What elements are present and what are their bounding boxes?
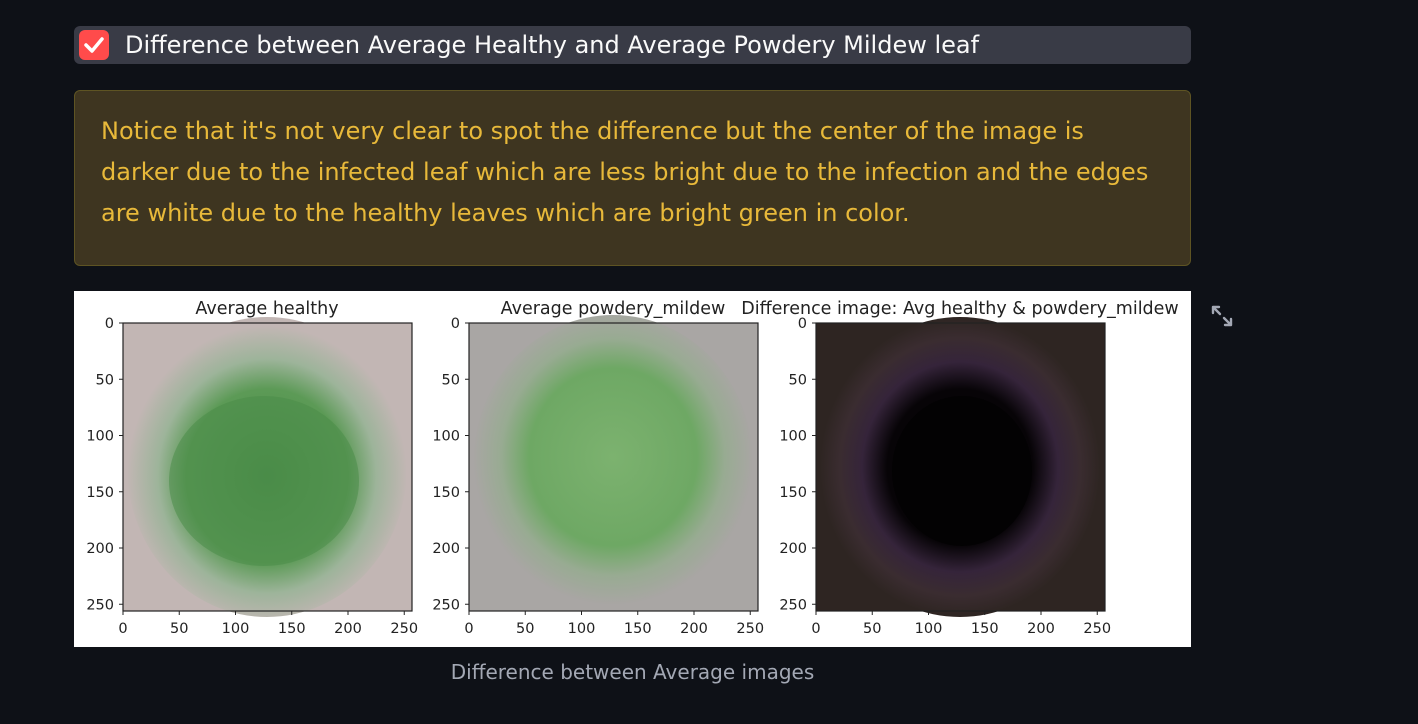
x-tick-label: 250 [1083,621,1111,637]
x-tick-label: 150 [624,621,652,637]
x-tick-label: 50 [863,621,881,637]
y-tick-label: 100 [86,429,114,445]
panel-healthy [122,317,413,617]
y-tick-label: 250 [86,597,114,613]
x-tick-label: 200 [334,621,362,637]
checkbox-difference[interactable]: Difference between Average Healthy and A… [74,26,1191,64]
warning-callout: Notice that it's not very clear to spot … [74,90,1191,266]
x-tick-label: 150 [971,621,999,637]
x-tick-label: 100 [915,621,943,637]
y-tick-label: 200 [86,541,114,557]
x-tick-label: 0 [118,621,127,637]
x-tick-label: 100 [568,621,596,637]
y-tick-label: 0 [798,316,807,332]
x-tick-label: 150 [278,621,306,637]
y-tick-label: 50 [442,372,460,388]
x-tick-label: 250 [390,621,418,637]
y-tick-label: 100 [432,429,460,445]
y-tick-label: 150 [432,485,460,501]
y-tick-label: 250 [779,597,807,613]
y-tick-label: 150 [779,485,807,501]
y-tick-label: 0 [451,316,460,332]
x-tick-label: 0 [811,621,820,637]
x-tick-label: 200 [680,621,708,637]
figure-caption: Difference between Average images [450,660,815,684]
y-tick-label: 0 [105,316,114,332]
x-tick-label: 100 [222,621,250,637]
panel-mildew [468,315,759,612]
callout-text: Notice that it's not very clear to spot … [101,117,1149,227]
panel-difference [815,317,1106,617]
y-tick-label: 200 [779,541,807,557]
average-images-figure: Average healthy Average powdery_mildew D… [74,291,1191,647]
y-tick-label: 250 [432,597,460,613]
x-tick-label: 250 [736,621,764,637]
x-tick-label: 200 [1027,621,1055,637]
x-tick-label: 50 [170,621,188,637]
checkbox-checked-icon[interactable] [79,30,109,60]
checkbox-label[interactable]: Difference between Average Healthy and A… [125,31,979,59]
y-tick-label: 50 [96,372,114,388]
fullscreen-button[interactable] [1206,300,1238,332]
x-tick-label: 0 [464,621,473,637]
y-tick-label: 100 [779,429,807,445]
y-tick-label: 150 [86,485,114,501]
y-tick-label: 50 [789,372,807,388]
panel-title-healthy: Average healthy [195,299,338,319]
x-tick-label: 50 [516,621,534,637]
expand-icon [1211,305,1233,327]
y-tick-label: 200 [432,541,460,557]
